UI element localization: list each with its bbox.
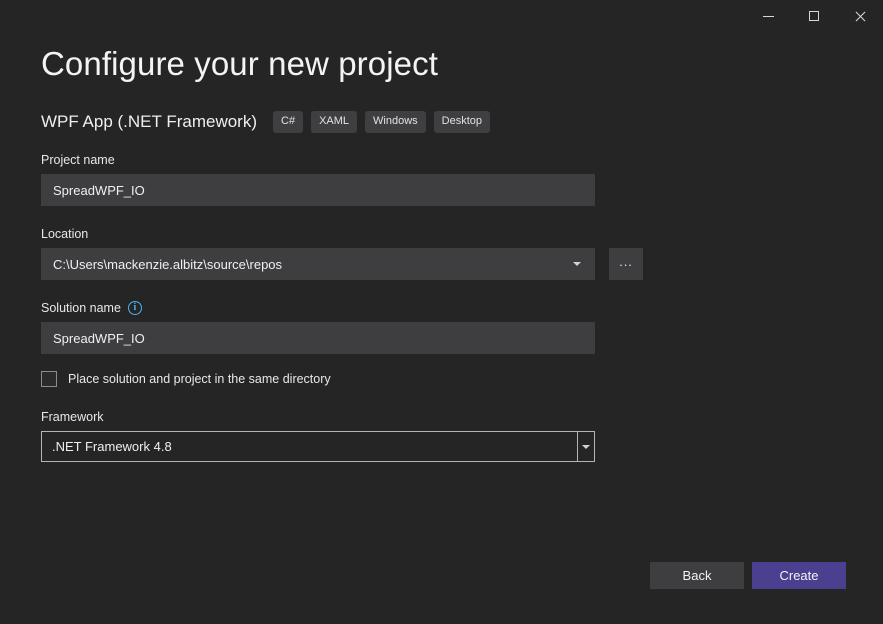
same-directory-checkbox-row[interactable]: Place solution and project in the same d… xyxy=(41,371,841,387)
solution-name-label: Solution name i xyxy=(41,300,841,316)
close-button[interactable] xyxy=(837,0,883,32)
project-name-input[interactable] xyxy=(41,174,595,206)
solution-name-group: Solution name i Place solution and proje… xyxy=(41,300,841,387)
maximize-button[interactable] xyxy=(791,0,837,32)
info-icon[interactable]: i xyxy=(127,301,142,315)
framework-combobox[interactable]: .NET Framework 4.8 xyxy=(41,431,595,462)
same-directory-label: Place solution and project in the same d… xyxy=(68,372,331,386)
project-name-group: Project name xyxy=(41,152,841,206)
back-button[interactable]: Back xyxy=(650,562,744,589)
close-icon xyxy=(855,11,866,22)
template-name: WPF App (.NET Framework) xyxy=(41,112,257,131)
title-bar xyxy=(0,0,883,32)
location-combobox[interactable]: C:\Users\mackenzie.albitz\source\repos xyxy=(41,248,595,280)
chevron-down-icon xyxy=(573,262,581,266)
solution-name-input[interactable] xyxy=(41,322,595,354)
maximize-icon xyxy=(809,11,819,21)
template-tag-list: C# XAML Windows Desktop xyxy=(273,111,491,133)
chevron-down-icon xyxy=(582,444,590,449)
tag-language: C# xyxy=(273,111,304,133)
project-name-label: Project name xyxy=(41,153,115,167)
same-directory-checkbox[interactable] xyxy=(41,371,57,387)
framework-dropdown-toggle[interactable] xyxy=(577,432,594,461)
tag-markup: XAML xyxy=(311,111,358,133)
tag-project-type: Desktop xyxy=(433,111,491,133)
create-button[interactable]: Create xyxy=(752,562,846,589)
tag-platform: Windows xyxy=(365,111,426,133)
framework-value: .NET Framework 4.8 xyxy=(52,439,172,454)
location-group: Location C:\Users\mackenzie.albitz\sourc… xyxy=(41,226,841,280)
configure-project-dialog: Configure your new project WPF App (.NET… xyxy=(0,0,883,624)
minimize-icon xyxy=(762,15,774,17)
dialog-footer: Back Create xyxy=(650,562,846,589)
framework-label: Framework xyxy=(41,410,104,424)
template-summary: WPF App (.NET Framework) C# XAML Windows… xyxy=(41,111,491,133)
browse-button[interactable]: ... xyxy=(609,248,643,280)
location-label: Location xyxy=(41,227,89,241)
framework-group: Framework .NET Framework 4.8 xyxy=(41,409,841,462)
page-title: Configure your new project xyxy=(41,45,438,82)
minimize-button[interactable] xyxy=(745,0,791,32)
location-row: C:\Users\mackenzie.albitz\source\repos .… xyxy=(41,248,841,280)
location-value: C:\Users\mackenzie.albitz\source\repos xyxy=(53,256,283,272)
project-configuration-form: Project name Location C:\Users\mackenzie… xyxy=(41,152,841,462)
solution-name-label-text: Solution name xyxy=(41,301,121,315)
